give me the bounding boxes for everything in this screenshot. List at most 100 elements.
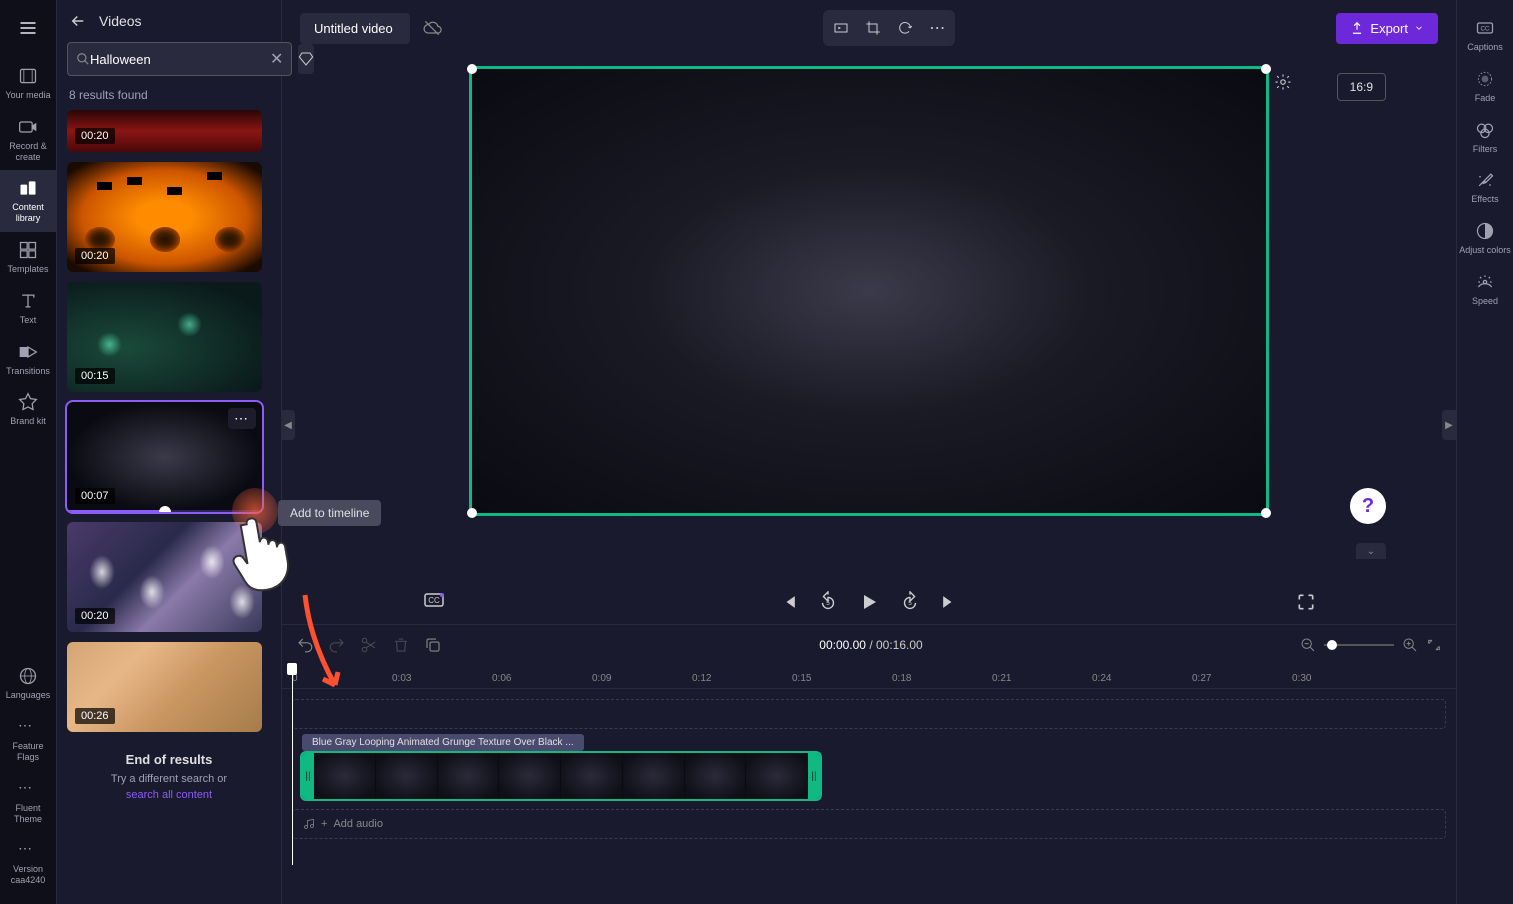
forward-5s-button[interactable]: 5 [899, 591, 921, 613]
nav-effects[interactable]: Effects [1457, 162, 1513, 213]
ruler-mark: 0:15 [792, 673, 811, 684]
export-button[interactable]: Export [1336, 13, 1438, 44]
nav-label: Languages [6, 690, 51, 701]
svg-text:5: 5 [826, 600, 830, 607]
nav-filters[interactable]: Filters [1457, 112, 1513, 163]
video-result-item[interactable]: 00:15 [67, 282, 262, 392]
nav-fluent-theme[interactable]: ⋯ Fluent Theme [0, 771, 57, 833]
search-all-link[interactable]: search all content [126, 789, 212, 801]
zoom-out-button[interactable] [1300, 637, 1316, 653]
svg-text:CC: CC [428, 596, 440, 605]
svg-text:5: 5 [908, 600, 912, 607]
content-library-panel: Videos ✕ 8 results found 00:20 00:20 00:… [57, 0, 282, 904]
nav-your-media[interactable]: Your media [0, 58, 57, 109]
nav-label: Feature Flags [2, 741, 55, 763]
zoom-slider[interactable] [1324, 644, 1394, 646]
video-result-item[interactable]: 00:20 [67, 110, 262, 152]
skip-start-button[interactable] [779, 592, 799, 612]
ruler-mark: 0:03 [392, 673, 411, 684]
play-button[interactable] [857, 590, 881, 614]
audio-track[interactable]: + Add audio [292, 809, 1446, 839]
expand-properties-button[interactable]: ⌄ [1356, 543, 1386, 559]
aspect-ratio-button[interactable]: 16:9 [1337, 73, 1386, 101]
search-box[interactable]: ✕ [67, 42, 292, 76]
results-count: 8 results found [57, 84, 281, 106]
cloud-sync-off-icon[interactable] [422, 18, 442, 38]
resize-handle[interactable] [1261, 64, 1271, 74]
add-to-timeline-tooltip: Add to timeline [278, 500, 381, 526]
crop-button[interactable] [859, 14, 887, 42]
video-duration: 00:26 [75, 708, 115, 724]
timeline-ruler[interactable]: 0 0:03 0:06 0:09 0:12 0:15 0:18 0:21 0:2… [282, 665, 1456, 689]
film-icon [18, 66, 38, 86]
ruler-mark: 0:12 [692, 673, 711, 684]
video-result-item[interactable]: ⋯ 00:07 [67, 402, 262, 512]
grid-icon [18, 240, 38, 260]
captions-toggle[interactable]: CC [422, 588, 446, 617]
back-button[interactable] [69, 12, 87, 30]
hamburger-menu[interactable] [8, 8, 48, 48]
search-input[interactable] [90, 52, 266, 67]
audio-track-label: Add audio [333, 818, 383, 830]
rotate-button[interactable] [891, 14, 919, 42]
nav-label: Content library [2, 202, 55, 224]
preview-canvas[interactable]: 16:9 [469, 66, 1269, 516]
video-duration: 00:20 [75, 248, 115, 264]
back-5s-button[interactable]: 5 [817, 591, 839, 613]
skip-end-button[interactable] [939, 592, 959, 612]
collapse-right-panel-button[interactable]: ▶ [1442, 410, 1456, 440]
nav-text[interactable]: Text [0, 283, 57, 334]
cc-icon: CC [1475, 18, 1495, 38]
scrubber-handle[interactable] [159, 506, 171, 512]
nav-brand-kit[interactable]: Brand kit [0, 384, 57, 435]
collapse-panel-button[interactable]: ◀ [281, 410, 295, 440]
nav-feature-flags[interactable]: ⋯ Feature Flags [0, 709, 57, 771]
right-sidebar: CC Captions Fade Filters Effects Adjust … [1456, 0, 1513, 904]
zoom-handle[interactable] [1327, 640, 1337, 650]
nav-content-library[interactable]: Content library [0, 170, 57, 232]
video-result-item[interactable]: 00:26 [67, 642, 262, 732]
nav-templates[interactable]: Templates [0, 232, 57, 283]
nav-version[interactable]: ⋯ Version caa4240 [0, 832, 57, 894]
ruler-mark: 0:21 [992, 673, 1011, 684]
help-button[interactable]: ? [1350, 488, 1386, 524]
delete-button[interactable] [392, 636, 410, 654]
nav-captions[interactable]: CC Captions [1457, 10, 1513, 61]
resize-handle[interactable] [1261, 508, 1271, 518]
video-more-options[interactable]: ⋯ [228, 408, 256, 429]
split-button[interactable] [360, 636, 378, 654]
playhead[interactable] [292, 665, 293, 865]
canvas-settings-button[interactable] [1274, 73, 1292, 91]
nav-fade[interactable]: Fade [1457, 61, 1513, 112]
resize-handle[interactable] [467, 64, 477, 74]
nav-label: Speed [1472, 296, 1498, 307]
nav-adjust-colors[interactable]: Adjust colors [1457, 213, 1513, 264]
timeline-clip[interactable]: || || [300, 751, 822, 801]
more-tools-button[interactable]: ⋯ [923, 14, 951, 42]
nav-speed[interactable]: Speed [1457, 264, 1513, 315]
clip-thumbnails [314, 753, 808, 799]
ruler-mark: 0:27 [1192, 673, 1211, 684]
zoom-controls [1300, 637, 1442, 653]
video-result-item[interactable]: 00:20 [67, 162, 262, 272]
nav-transitions[interactable]: Transitions [0, 334, 57, 385]
video-track[interactable]: Blue Gray Looping Animated Grunge Textur… [292, 737, 1446, 801]
fit-icon [833, 20, 849, 36]
timeline-tracks[interactable]: Blue Gray Looping Animated Grunge Textur… [282, 689, 1456, 904]
resize-handle[interactable] [467, 508, 477, 518]
nav-languages[interactable]: Languages [0, 658, 57, 709]
clip-trim-left[interactable]: || [302, 753, 314, 799]
timecode-display: 00:00.00 / 00:16.00 [819, 638, 922, 652]
zoom-fit-button[interactable] [1426, 637, 1442, 653]
fade-icon [1475, 69, 1495, 89]
zoom-in-button[interactable] [1402, 637, 1418, 653]
clip-trim-right[interactable]: || [808, 753, 820, 799]
fullscreen-button[interactable] [1296, 592, 1316, 612]
duplicate-button[interactable] [424, 636, 442, 654]
empty-track[interactable] [292, 699, 1446, 729]
fit-to-frame-button[interactable] [827, 14, 855, 42]
top-bar: ⋯ Export [282, 0, 1456, 56]
dots-icon: ⋯ [18, 717, 38, 737]
nav-record-create[interactable]: Record & create [0, 109, 57, 171]
video-title-input[interactable] [300, 13, 410, 44]
